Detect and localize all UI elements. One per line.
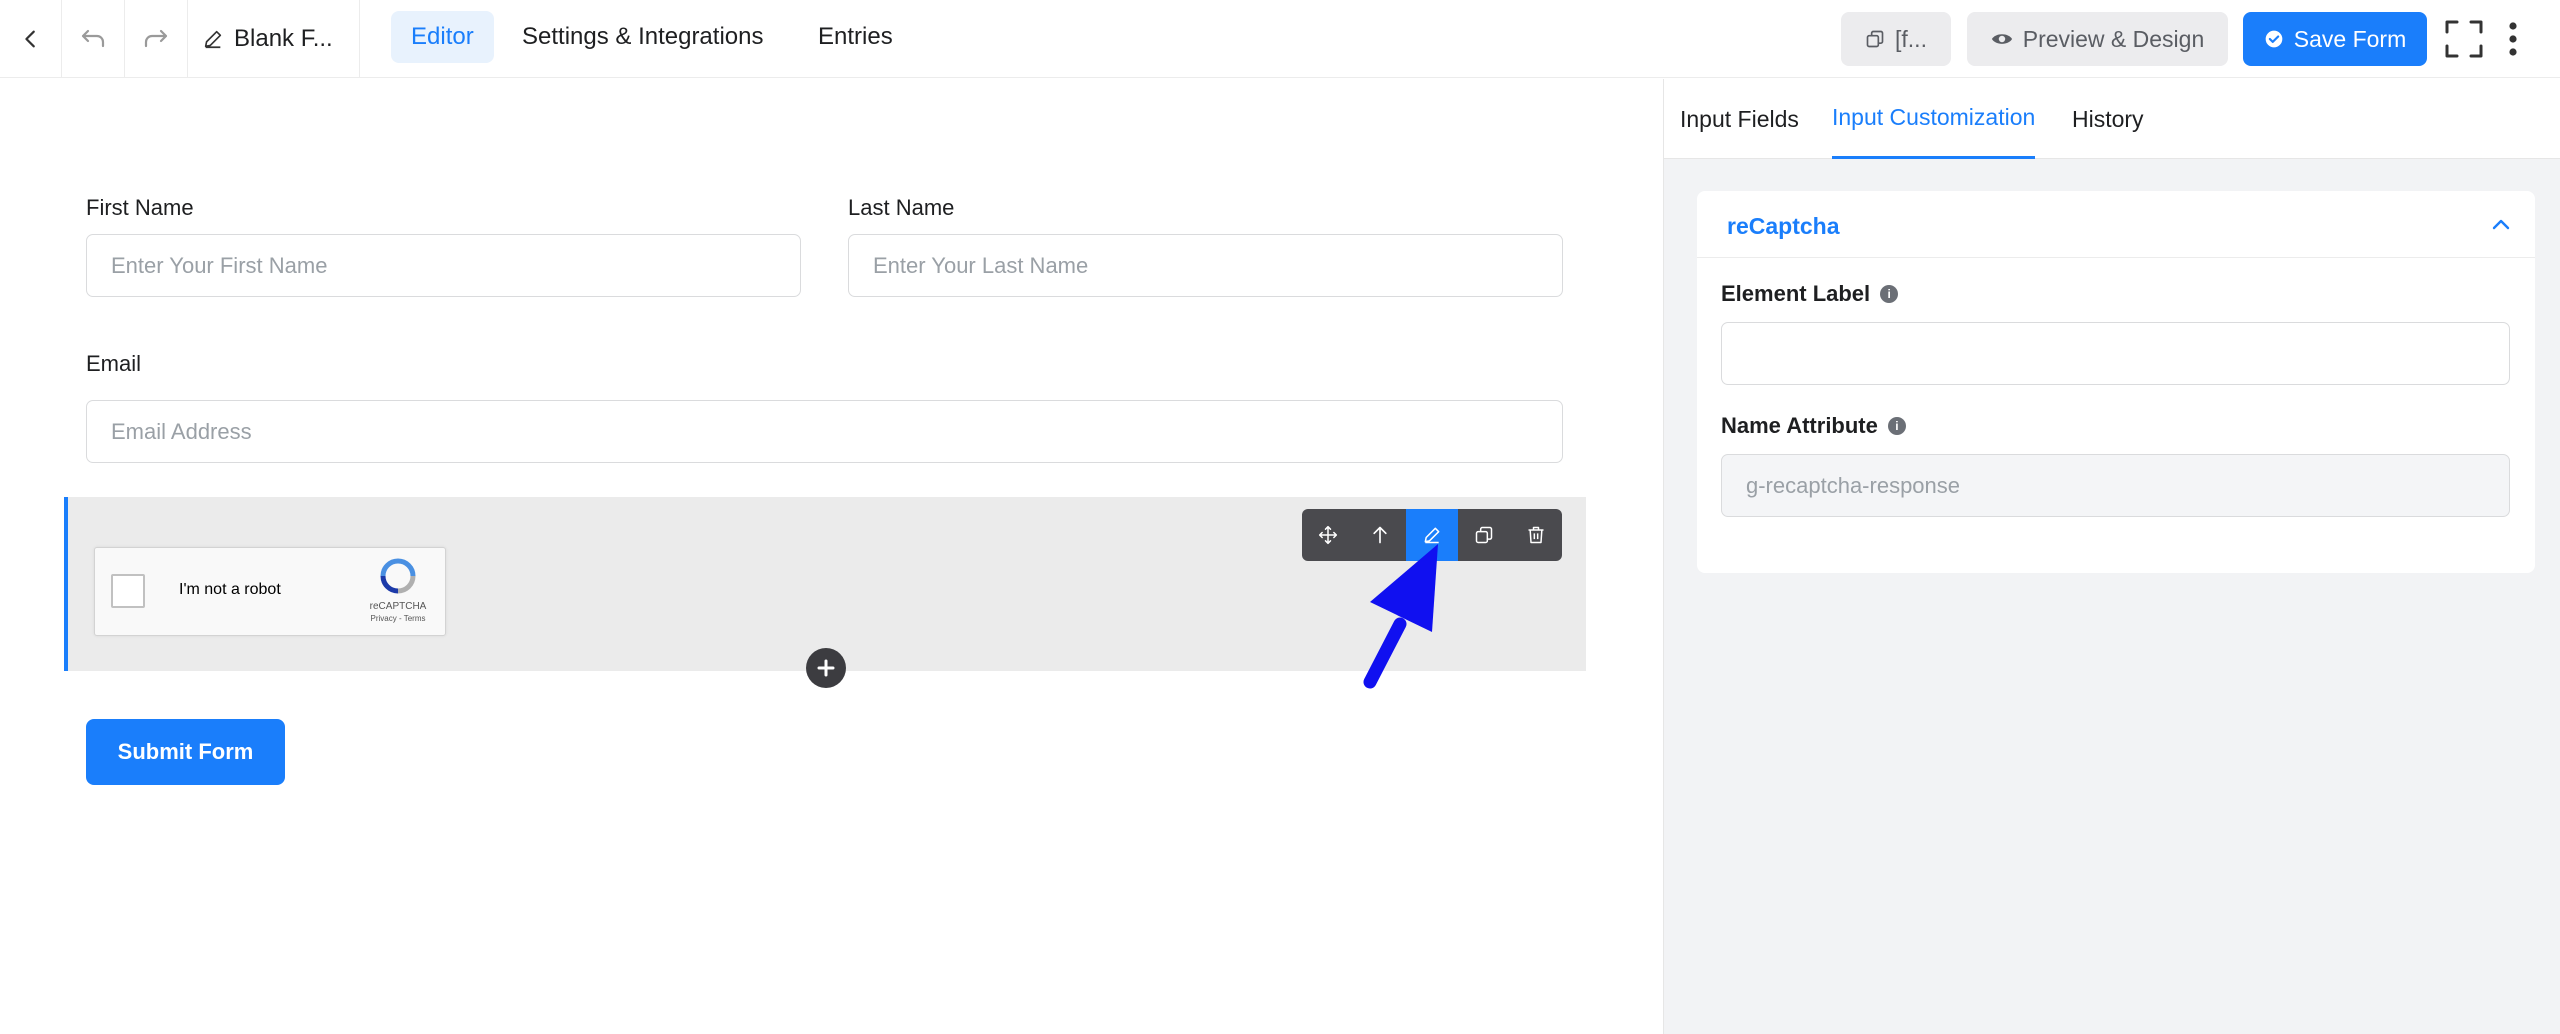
chevron-up-icon[interactable] <box>2489 213 2513 237</box>
redo-button[interactable] <box>125 0 188 78</box>
top-bar: Blank F... Editor Settings & Integration… <box>0 0 2560 78</box>
chevron-left-icon <box>24 30 35 48</box>
annotation-arrow-icon <box>1363 544 1438 689</box>
eye-icon <box>1991 34 2012 44</box>
fullscreen-icon <box>2445 20 2483 58</box>
recaptcha-settings-card: reCaptcha Element Label i Name Attribute… <box>1697 191 2535 573</box>
fullscreen-button[interactable] <box>2437 12 2491 66</box>
tab-history[interactable]: History <box>2072 79 2144 159</box>
element-label-input[interactable] <box>1721 322 2510 385</box>
delete-field-button[interactable] <box>1510 509 1562 561</box>
save-form-label: Save Form <box>2293 25 2407 52</box>
check-circle-icon <box>2265 30 2283 48</box>
card-header[interactable]: reCaptcha <box>1697 191 2535 258</box>
element-label-text: Element Label <box>1721 281 1871 306</box>
copy-icon <box>1866 30 1884 48</box>
recaptcha-checkbox[interactable] <box>111 574 145 608</box>
shortcode-button[interactable]: [f... <box>1841 12 1951 66</box>
last-name-label: Last Name <box>848 195 955 220</box>
recaptcha-text: I'm not a robot <box>179 581 281 598</box>
back-button[interactable] <box>0 0 62 78</box>
undo-button[interactable] <box>62 0 125 78</box>
copy-icon <box>1475 526 1493 544</box>
submit-form-button[interactable]: Submit Form <box>86 719 285 785</box>
more-options-button[interactable] <box>2488 12 2538 66</box>
email-label: Email <box>86 351 142 376</box>
plus-icon <box>817 659 835 677</box>
tab-settings-integrations[interactable]: Settings & Integrations <box>502 11 783 63</box>
first-name-input[interactable]: Enter Your First Name <box>86 234 801 297</box>
name-attribute-text: Name Attribute <box>1721 413 1878 438</box>
recaptcha-logo: reCAPTCHA Privacy - Terms <box>363 558 433 623</box>
recaptcha-icon <box>380 558 416 594</box>
name-attribute-heading: Name Attribute i <box>1721 413 1906 439</box>
form-title-text: Blank F... <box>234 25 333 52</box>
last-name-input[interactable]: Enter Your Last Name <box>848 234 1563 297</box>
name-attribute-input: g-recaptcha-response <box>1721 454 2510 517</box>
tab-entries[interactable]: Entries <box>798 11 913 63</box>
pencil-icon <box>204 30 222 49</box>
sidebar-tabs: Input Fields Input Customization History <box>1664 79 2560 159</box>
tab-input-fields[interactable]: Input Fields <box>1680 79 1799 159</box>
tab-input-customization[interactable]: Input Customization <box>1832 79 2036 159</box>
preview-design-label: Preview & Design <box>2022 25 2205 52</box>
shortcode-label: [f... <box>1895 25 1927 52</box>
card-title: reCaptcha <box>1727 213 1840 239</box>
right-sidebar: Input Fields Input Customization History… <box>1663 79 2560 1034</box>
add-field-button[interactable] <box>806 648 846 688</box>
email-input[interactable]: Email Address <box>86 400 1563 463</box>
move-icon <box>1318 525 1338 545</box>
recaptcha-brand: reCAPTCHA <box>369 601 427 612</box>
recaptcha-links[interactable]: Privacy - Terms <box>363 614 433 623</box>
form-title[interactable]: Blank F... <box>188 0 360 78</box>
save-form-button[interactable]: Save Form <box>2243 12 2427 66</box>
info-icon[interactable]: i <box>1880 285 1899 303</box>
redo-icon <box>144 29 168 48</box>
tab-editor[interactable]: Editor <box>391 11 494 63</box>
preview-design-button[interactable]: Preview & Design <box>1967 12 2228 66</box>
undo-icon <box>81 29 105 48</box>
duplicate-field-button[interactable] <box>1458 509 1510 561</box>
first-name-label: First Name <box>86 195 194 220</box>
vertical-dots-icon <box>2509 22 2517 56</box>
recaptcha-widget[interactable]: I'm not a robot reCAPTCHA Privacy - Term… <box>94 547 446 636</box>
info-icon[interactable]: i <box>1887 417 1906 435</box>
element-label-heading: Element Label i <box>1721 281 1899 307</box>
trash-icon <box>1528 526 1544 544</box>
